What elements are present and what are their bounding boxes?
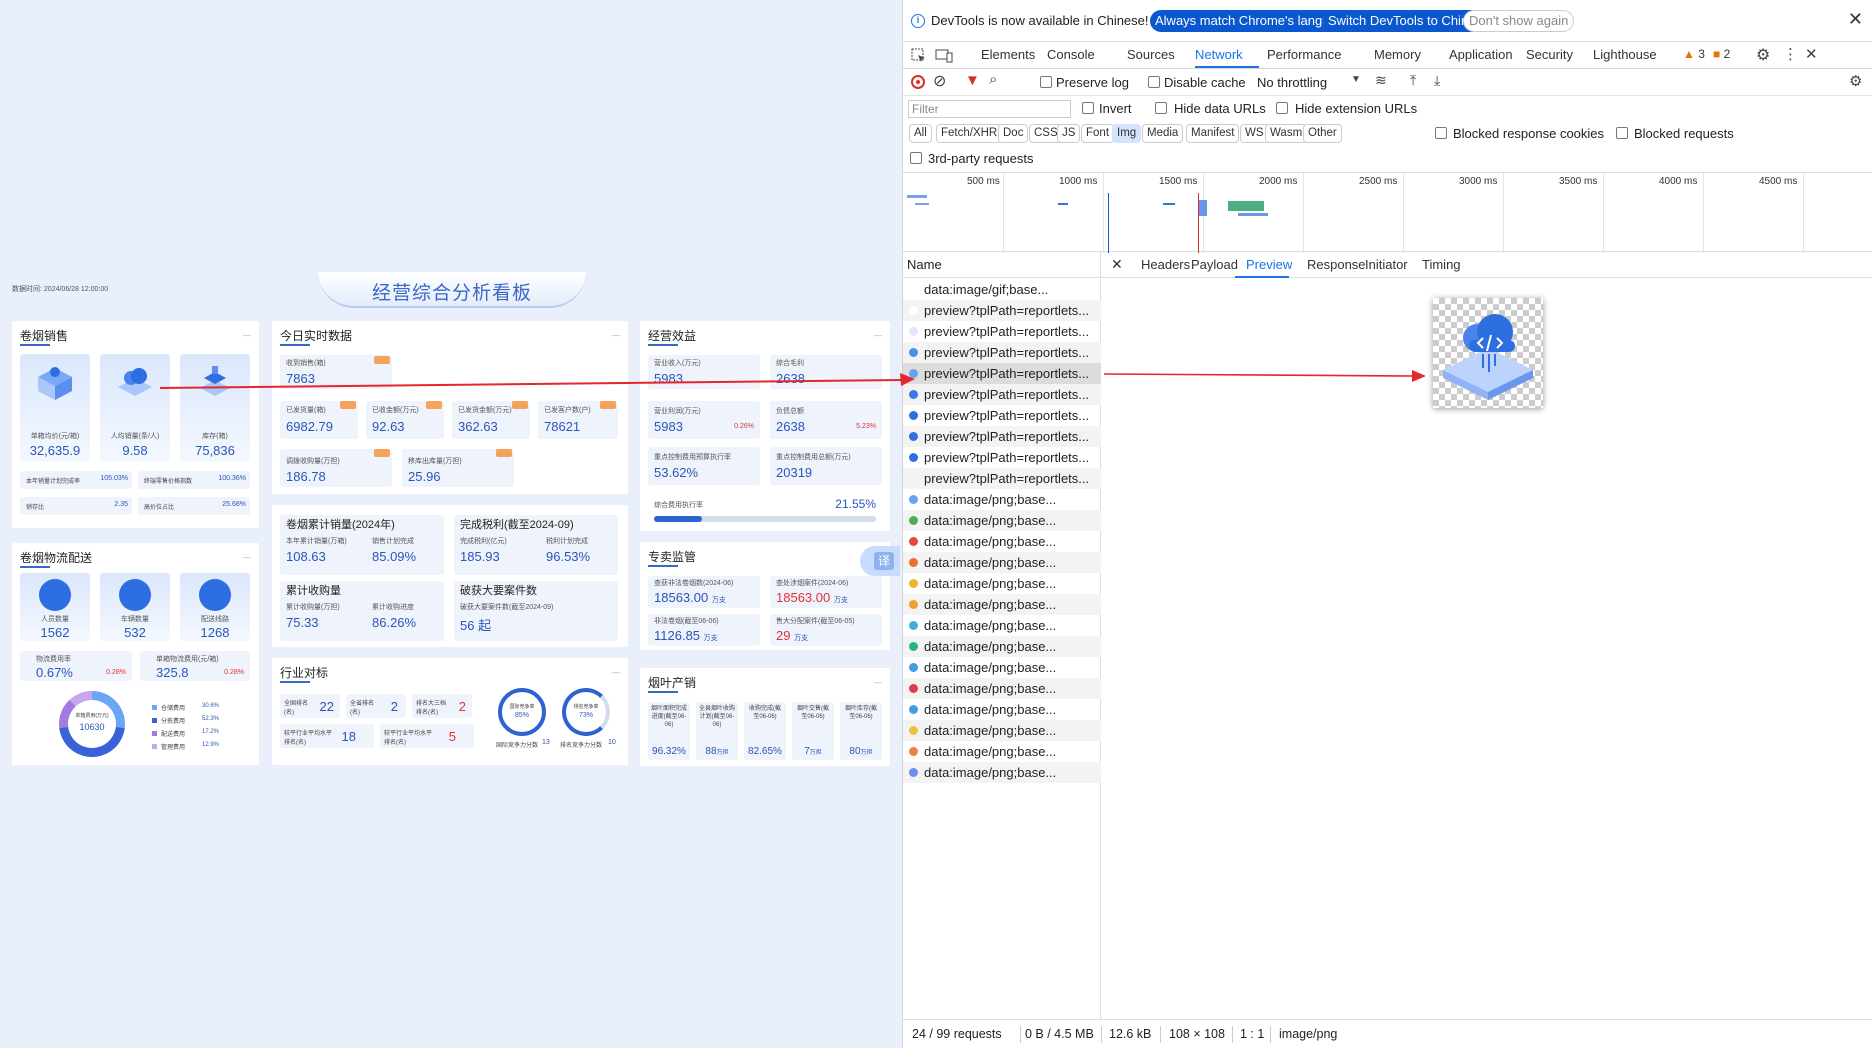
annotation-arrows <box>159 370 1426 389</box>
